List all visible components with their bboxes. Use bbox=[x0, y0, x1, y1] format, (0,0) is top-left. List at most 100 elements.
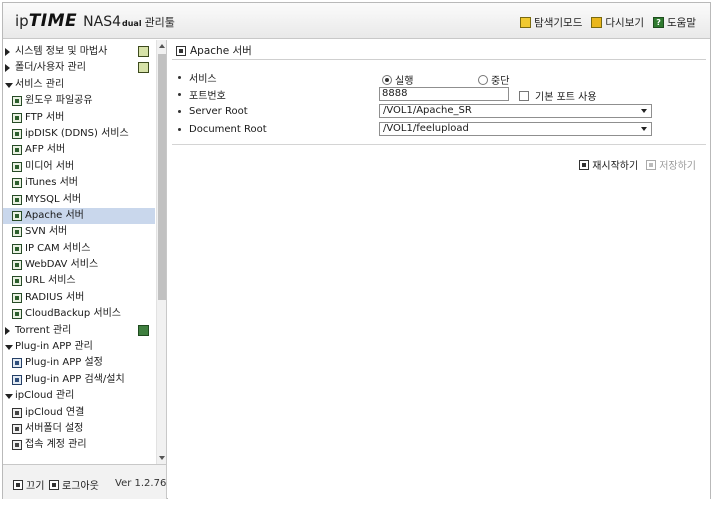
sidebar-item-mysql[interactable]: MYSQL 서버 bbox=[3, 192, 155, 208]
sidebar-item-label: RADIUS 서버 bbox=[25, 291, 85, 303]
service-icon bbox=[12, 276, 22, 287]
restart-button[interactable]: 재시작하기 bbox=[579, 157, 638, 172]
collapse-arrow-icon bbox=[5, 82, 13, 88]
sidebar-item-media[interactable]: 미디어 서버 bbox=[3, 159, 155, 175]
power-off-button[interactable]: 끄기 bbox=[13, 477, 44, 492]
service-icon bbox=[12, 96, 22, 107]
sidebar-item-radius[interactable]: RADIUS 서버 bbox=[3, 290, 155, 306]
folder-manager-icon[interactable] bbox=[138, 62, 149, 74]
sidebar-item-plugin-search[interactable]: Plug-in APP 검색/설치 bbox=[3, 372, 155, 388]
sidebar-item-label: ipCloud 관리 bbox=[15, 390, 75, 402]
default-port-checkbox-box[interactable] bbox=[519, 90, 529, 101]
sidebar-item-label: AFP 서버 bbox=[25, 144, 66, 156]
explorer-mode-link[interactable]: 탐색기모드 bbox=[520, 15, 582, 30]
wizard-icon[interactable] bbox=[138, 46, 149, 57]
scroll-up-icon[interactable] bbox=[159, 44, 165, 48]
sidebar-item-label: Plug-in APP 설정 bbox=[25, 357, 103, 369]
expand-arrow-icon bbox=[5, 326, 10, 335]
chevron-down-icon bbox=[641, 109, 647, 113]
model-name: NAS4 bbox=[83, 14, 121, 30]
sidebar-item-label: iTunes 서버 bbox=[25, 177, 78, 189]
stop-radio[interactable]: 중단 bbox=[478, 72, 509, 87]
sidebar-item-system-info[interactable]: 시스템 정보 및 마법사 bbox=[3, 44, 155, 60]
logout-icon bbox=[49, 479, 59, 490]
sidebar-item-service-mgmt[interactable]: 서비스 관리 bbox=[3, 77, 155, 93]
sidebar-item-label: Plug-in APP 관리 bbox=[15, 341, 93, 353]
stop-label: 중단 bbox=[491, 76, 510, 87]
sidebar-item-label: 시스템 정보 및 마법사 bbox=[15, 46, 108, 57]
cloud-icon bbox=[12, 440, 22, 451]
save-icon bbox=[646, 159, 657, 170]
sidebar-item-label: MYSQL 서버 bbox=[25, 193, 82, 205]
power-icon bbox=[13, 479, 23, 490]
sidebar-item-label: ipCloud 연결 bbox=[25, 406, 85, 418]
explorer-icon bbox=[520, 17, 532, 28]
sidebar-item-afp[interactable]: AFP 서버 bbox=[3, 142, 155, 158]
sidebar: 시스템 정보 및 마법사 폴더/사용자 관리 서비스 관리 윈도우 파일공유 F… bbox=[3, 40, 167, 464]
plugin-icon bbox=[12, 358, 22, 369]
model-suffix: dual bbox=[122, 19, 142, 28]
document-root-row: Document Root bbox=[178, 121, 267, 137]
document-root-label: Document Root bbox=[189, 123, 267, 135]
sidebar-item-label: 서비스 관리 bbox=[15, 78, 65, 90]
service-label: 서비스 bbox=[189, 73, 217, 85]
service-icon bbox=[12, 145, 22, 156]
sidebar-item-itunes[interactable]: iTunes 서버 bbox=[3, 175, 155, 191]
sidebar-item-label: CloudBackup 서비스 bbox=[25, 308, 121, 320]
header-bar: ip TIME NAS4 dual 관리툴 탐색기모드 다시보기 ? 도움말 bbox=[3, 3, 710, 39]
explorer-mode-label: 탐색기모드 bbox=[534, 17, 583, 29]
sidebar-item-label: 미디어 서버 bbox=[25, 160, 75, 172]
sidebar-item-server-folder[interactable]: 서버폴더 설정 bbox=[3, 421, 155, 437]
sidebar-item-cloudbackup[interactable]: CloudBackup 서비스 bbox=[3, 306, 155, 322]
run-radio[interactable]: 실행 bbox=[382, 72, 413, 87]
sidebar-item-ipcam[interactable]: IP CAM 서비스 bbox=[3, 241, 155, 257]
scroll-down-icon[interactable] bbox=[159, 456, 165, 460]
torrent-icon[interactable] bbox=[138, 324, 149, 336]
sidebar-item-label: IP CAM 서비스 bbox=[25, 242, 91, 254]
sidebar-item-folder-user[interactable]: 폴더/사용자 관리 bbox=[3, 60, 155, 76]
run-radio-circle[interactable] bbox=[382, 74, 392, 85]
divider bbox=[172, 144, 706, 145]
save-button[interactable]: 저장하기 bbox=[646, 157, 696, 172]
sidebar-item-ipcloud-connect[interactable]: ipCloud 연결 bbox=[3, 405, 155, 421]
sidebar-item-windows-share[interactable]: 윈도우 파일공유 bbox=[3, 93, 155, 109]
sidebar-item-ipdisk[interactable]: ipDISK (DDNS) 서비스 bbox=[3, 126, 155, 142]
version-text: Ver 1.2.76 bbox=[115, 478, 167, 489]
app-window: ip TIME NAS4 dual 관리툴 탐색기모드 다시보기 ? 도움말 시… bbox=[2, 2, 711, 499]
refresh-link[interactable]: 다시보기 bbox=[591, 15, 644, 30]
sidebar-item-access-account[interactable]: 접속 계정 관리 bbox=[3, 437, 155, 453]
service-icon bbox=[12, 112, 22, 123]
collapse-arrow-icon bbox=[5, 394, 13, 400]
restart-label: 재시작하기 bbox=[592, 161, 639, 172]
service-row: 서비스 bbox=[178, 69, 217, 85]
sidebar-scrollbar[interactable] bbox=[156, 40, 166, 464]
bullet-icon bbox=[178, 92, 181, 96]
sidebar-item-svn[interactable]: SVN 서버 bbox=[3, 224, 155, 240]
bullet-icon bbox=[178, 127, 181, 131]
stop-radio-circle[interactable] bbox=[478, 74, 488, 85]
logo: ip TIME NAS4 dual 관리툴 bbox=[15, 11, 175, 33]
sidebar-item-ipcloud-mgmt[interactable]: ipCloud 관리 bbox=[3, 388, 155, 404]
sidebar-item-url[interactable]: URL 서비스 bbox=[3, 273, 155, 289]
help-link[interactable]: ? 도움말 bbox=[653, 15, 696, 30]
cloud-icon bbox=[12, 423, 22, 434]
server-root-select[interactable]: /VOL1/Apache_SR bbox=[379, 104, 652, 118]
document-root-select[interactable]: /VOL1/feelupload bbox=[379, 122, 652, 136]
sidebar-item-plugin-mgmt[interactable]: Plug-in APP 관리 bbox=[3, 339, 155, 355]
sidebar-item-apache[interactable]: Apache 서버 bbox=[3, 207, 155, 225]
port-label: 포트번호 bbox=[189, 90, 226, 102]
port-input[interactable]: 8888 bbox=[379, 87, 509, 101]
scroll-thumb[interactable] bbox=[158, 54, 166, 300]
manager-label: 관리툴 bbox=[144, 16, 175, 29]
sidebar-item-ftp[interactable]: FTP 서버 bbox=[3, 110, 155, 126]
sidebar-item-label: SVN 서버 bbox=[25, 226, 68, 238]
sidebar-item-webdav[interactable]: WebDAV 서비스 bbox=[3, 257, 155, 273]
logout-button[interactable]: 로그아웃 bbox=[49, 477, 99, 492]
page-title-bar: Apache 서버 bbox=[172, 42, 706, 60]
default-port-checkbox[interactable]: 기본 포트 사용 bbox=[519, 88, 597, 103]
sidebar-item-torrent[interactable]: Torrent 관리 bbox=[3, 323, 155, 339]
sidebar-item-label: 서버폴더 설정 bbox=[25, 422, 84, 434]
action-bar: 재시작하기 저장하기 bbox=[579, 157, 696, 172]
sidebar-item-plugin-settings[interactable]: Plug-in APP 설정 bbox=[3, 355, 155, 371]
document-root-value: /VOL1/feelupload bbox=[383, 123, 469, 134]
